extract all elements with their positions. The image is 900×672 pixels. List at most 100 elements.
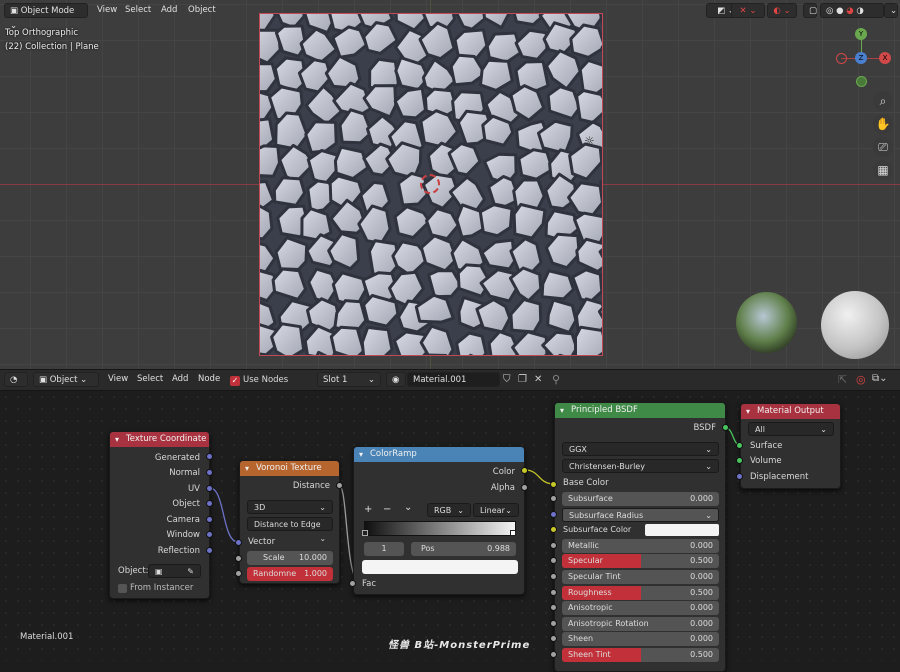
use-nodes-checkbox[interactable]: ✓ [230,376,240,386]
socket-bsdf-base-color[interactable] [550,481,557,488]
bsdf-field-sheen[interactable]: Sheen0.000 [562,632,719,646]
texture-coordinate-node[interactable]: Texture Coordinate Generated Normal UV O… [109,431,210,599]
colorramp-title[interactable]: ColorRamp [354,447,524,462]
solid-shading-icon[interactable]: ● [836,6,843,16]
socket-bsdf-subsurface-radius[interactable] [550,511,557,518]
colorramp-stop-black[interactable] [362,530,368,536]
bsdf-field-anisotropic[interactable]: Anisotropic0.000 [562,601,719,615]
material-browse-icon[interactable]: ◉ [386,372,406,387]
socket-bsdf-anisotropic-rotation[interactable] [550,620,557,627]
bsdf-field-specular[interactable]: Specular0.500 [562,554,719,568]
socket-output-displacement[interactable] [736,473,743,480]
menu-select[interactable]: Select [120,3,156,18]
socket-colorramp-color[interactable] [521,467,528,474]
overlays-icon[interactable]: ◐ ⌄ [767,3,797,18]
menu-object[interactable]: Object [183,3,221,18]
voronoi-scale-field[interactable]: Scale10.000 [247,551,333,565]
tc-object-field[interactable]: ▣✎ [148,564,201,578]
colorramp-mode-dropdown[interactable]: RGB⌄ [427,503,471,517]
snap-icon[interactable]: ◎ [856,373,866,386]
gizmo-z[interactable]: Z [855,52,867,64]
output-target-dropdown[interactable]: All⌄ [748,422,834,436]
texture-coordinate-title[interactable]: Texture Coordinate [110,432,209,447]
colorramp-node[interactable]: ColorRamp Color Alpha + − ⌄ RGB⌄ Linear⌄… [353,446,525,595]
socket-normal[interactable] [206,469,213,476]
pin-icon[interactable]: ⚲ [552,373,560,386]
xray-icon[interactable]: ▢ [803,3,817,18]
socket-voronoi-randomness[interactable] [235,570,242,577]
node-menu-node[interactable]: Node [193,372,225,387]
material-output-node[interactable]: Material Output All⌄ Surface Volume Disp… [740,403,841,489]
bsdf-title[interactable]: Principled BSDF [555,403,725,418]
socket-bsdf-specular-tint[interactable] [550,573,557,580]
voronoi-randomness-field[interactable]: Randomne1.000 [247,567,333,581]
colorramp-stop-white[interactable] [510,530,516,536]
slot-dropdown[interactable]: Slot 1⌄ [317,372,381,387]
socket-reflection[interactable] [206,547,213,554]
gizmo-toggle-icon[interactable]: ✕ ⌄ [731,3,765,18]
bsdf-field-sheen-tint[interactable]: Sheen Tint0.500 [562,648,719,662]
socket-bsdf-sheen-tint[interactable] [550,651,557,658]
bsdf-field-subsurface-radius[interactable]: Subsurface Radius⌄ [562,508,719,522]
material-name-field[interactable]: Material.001 [407,372,500,387]
voronoi-title[interactable]: Voronoi Texture [240,461,339,476]
socket-window[interactable] [206,531,213,538]
bsdf-field-subsurface-color[interactable]: Subsurface Color [562,523,719,537]
bsdf-field-subsurface[interactable]: Subsurface0.000 [562,492,719,506]
socket-bsdf-output[interactable] [722,424,729,431]
subsurface-color-swatch[interactable] [645,524,719,536]
bsdf-field-anisotropic-rotation[interactable]: Anisotropic Rotation0.000 [562,617,719,631]
socket-output-volume[interactable] [736,457,743,464]
node-editor[interactable]: Texture Coordinate Generated Normal UV O… [0,391,900,661]
socket-camera[interactable] [206,516,213,523]
socket-bsdf-roughness[interactable] [550,589,557,596]
socket-generated[interactable] [206,453,213,460]
socket-output-surface[interactable] [736,442,743,449]
gizmo-y[interactable]: Y [855,28,867,40]
socket-bsdf-subsurface[interactable] [550,495,557,502]
colorramp-specials-button[interactable]: ⌄ [404,502,412,513]
fake-user-shield-icon[interactable]: ⛉ [503,374,511,385]
zoom-icon[interactable]: ⌕ [873,91,893,111]
bsdf-sss-method-dropdown[interactable]: Christensen-Burley⌄ [562,459,719,473]
snap-options-icon[interactable]: ⧉⌄ [872,373,888,384]
rendered-shading-icon[interactable]: ◑ [856,6,863,16]
socket-bsdf-metallic[interactable] [550,542,557,549]
node-menu-select[interactable]: Select [132,372,168,387]
material-shading-icon[interactable]: ◕ [846,6,853,16]
gizmo-neg-y[interactable] [856,76,867,87]
from-instancer-checkbox[interactable] [118,584,127,593]
colorramp-interp-dropdown[interactable]: Linear⌄ [473,503,519,517]
gizmo-x[interactable]: X [879,52,891,64]
socket-object[interactable] [206,500,213,507]
duplicate-material-icon[interactable]: ❐ [518,374,527,385]
colorramp-color-swatch[interactable] [362,560,518,574]
socket-colorramp-alpha[interactable] [521,484,528,491]
gizmo-neg-x[interactable] [836,53,847,64]
pan-hand-icon[interactable]: ✋ [873,114,893,134]
menu-view[interactable]: View [92,3,122,18]
voronoi-dimension-dropdown[interactable]: 3D⌄ [247,500,333,514]
colorramp-remove-button[interactable]: − [383,504,391,515]
node-menu-add[interactable]: Add [167,372,193,387]
socket-uv[interactable] [206,485,213,492]
wireframe-shading-icon[interactable]: ◎ [826,6,833,16]
node-menu-view[interactable]: View [103,372,133,387]
shading-modes[interactable]: ◎ ● ◕ ◑ [820,3,884,18]
camera-view-icon[interactable]: ⎚ [873,137,893,157]
socket-voronoi-scale[interactable] [235,555,242,562]
menu-add[interactable]: Add [156,3,182,18]
3d-viewport[interactable]: ▣ Object Mode ⌄ View Select Add Object ◩… [0,0,900,369]
principled-bsdf-node[interactable]: Principled BSDF BSDF GGX⌄ Christensen-Bu… [554,402,726,672]
bsdf-field-metallic[interactable]: Metallic0.000 [562,539,719,553]
material-output-title[interactable]: Material Output [741,404,840,419]
matcap-sphere-preview[interactable] [821,291,889,359]
colorramp-gradient-bar[interactable] [364,521,516,536]
socket-voronoi-vector[interactable] [235,539,242,546]
voronoi-texture-node[interactable]: Voronoi Texture Distance 3D⌄ Distance to… [239,460,340,584]
voronoi-feature-dropdown[interactable]: Distance to Edge⌄ [247,517,333,531]
colorramp-pos-field[interactable]: Pos0.988 [411,542,516,556]
navigation-gizmo[interactable]: Y Z X [836,28,894,88]
socket-voronoi-distance[interactable] [336,482,343,489]
shading-options-icon[interactable]: ⌄ [884,3,898,18]
